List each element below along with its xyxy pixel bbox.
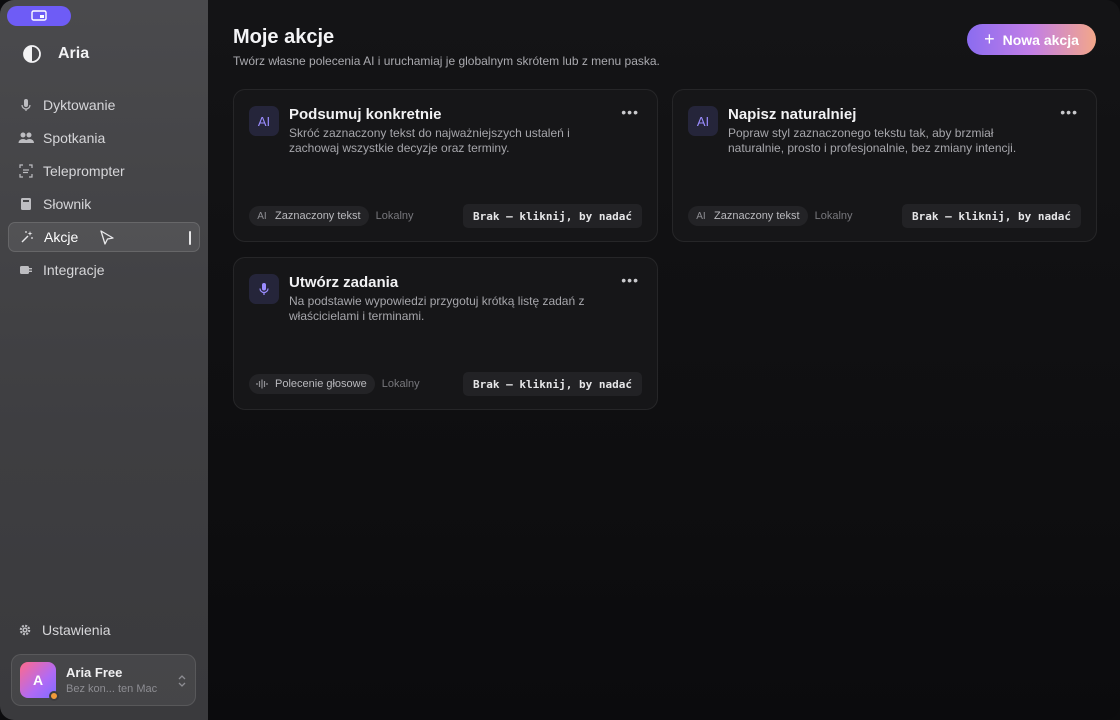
sidebar-item-label: Dyktowanie xyxy=(43,97,116,113)
action-card[interactable]: AI Podsumuj konkretnie Skróć zaznaczony … xyxy=(233,89,658,242)
card-footer: Polecenie głosowe Lokalny Brak – kliknij… xyxy=(249,372,642,396)
avatar: A xyxy=(20,662,59,701)
action-card[interactable]: Utwórz zadania Na podstawie wypowiedzi p… xyxy=(233,257,658,410)
main-content: Moje akcje Twórz własne polecenia AI i u… xyxy=(208,0,1120,720)
card-description: Na podstawie wypowiedzi przygotuj krótką… xyxy=(289,294,585,323)
sidebar-item-settings[interactable]: Ustawienia xyxy=(18,622,110,638)
avatar-initial: A xyxy=(32,672,44,688)
sidebar: Aria Dyktowanie Spotkania Teleprompter S… xyxy=(0,0,208,720)
more-options-icon[interactable]: ••• xyxy=(1060,104,1078,120)
sidebar-item-label: Akcje xyxy=(44,229,79,245)
text-cursor-icon: AI xyxy=(696,210,706,222)
text-cursor-icon: AI xyxy=(257,210,267,222)
trigger-badge: AI Zaznaczony tekst xyxy=(249,206,369,226)
page-title: Moje akcje xyxy=(233,26,335,48)
new-action-label: Nowa akcja xyxy=(1002,31,1079,48)
more-options-icon[interactable]: ••• xyxy=(621,272,639,288)
book-icon xyxy=(18,196,34,212)
text-cursor-icon: AI xyxy=(249,106,279,136)
sidebar-item-label: Słownik xyxy=(43,196,92,212)
sidebar-item-label: Spotkania xyxy=(43,130,106,146)
window-mode-pill[interactable] xyxy=(7,6,71,26)
sidebar-item-label: Teleprompter xyxy=(43,163,125,179)
page-subtitle: Twórz własne polecenia AI i uruchamiaj j… xyxy=(233,54,660,68)
text-cursor-icon: AI xyxy=(688,106,718,136)
card-title: Napisz naturalniej xyxy=(728,106,857,123)
card-description: Skróć zaznaczony tekst do najważniejszyc… xyxy=(289,126,570,155)
microphone-icon xyxy=(18,97,34,113)
more-options-icon[interactable]: ••• xyxy=(621,104,639,120)
scope-label: Lokalny xyxy=(381,378,420,390)
trigger-badge: AI Zaznaczony tekst xyxy=(688,206,808,226)
sidebar-item-slownik[interactable]: Słownik xyxy=(8,189,200,219)
shortcut-assign-button[interactable]: Brak – kliknij, by nadać xyxy=(463,204,642,228)
brand: Aria xyxy=(22,44,89,64)
sidebar-item-label: Integracje xyxy=(43,262,105,278)
app-name: Aria xyxy=(58,45,90,62)
settings-label: Ustawienia xyxy=(42,622,111,638)
text-caret xyxy=(189,231,191,245)
trigger-label: Zaznaczony tekst xyxy=(714,210,800,222)
mouse-pointer-icon xyxy=(100,230,114,245)
scope-label: Lokalny xyxy=(375,210,414,222)
account-name: Aria Free xyxy=(66,665,123,680)
screen-icon xyxy=(31,10,47,21)
sidebar-item-integracje[interactable]: Integracje xyxy=(8,255,200,285)
shortcut-assign-button[interactable]: Brak – kliknij, by nadać xyxy=(902,204,1081,228)
trigger-label: Polecenie głosowe xyxy=(275,378,367,390)
trigger-badge: Polecenie głosowe xyxy=(249,374,375,394)
new-action-button[interactable]: + Nowa akcja xyxy=(967,24,1096,55)
sidebar-item-spotkania[interactable]: Spotkania xyxy=(8,123,200,153)
plug-icon xyxy=(18,262,34,278)
sidebar-item-dyktowanie[interactable]: Dyktowanie xyxy=(8,90,200,120)
status-dot xyxy=(49,691,59,701)
card-description: Popraw styl zaznaczonego tekstu tak, aby… xyxy=(728,126,1017,155)
card-footer: AI Zaznaczony tekst Lokalny Brak – klikn… xyxy=(688,204,1081,228)
trigger-label: Zaznaczony tekst xyxy=(275,210,361,222)
sparkle-wand-icon xyxy=(19,229,35,245)
microphone-icon xyxy=(249,274,279,304)
account-switcher[interactable]: A Aria Free Bez kon... ten Mac xyxy=(11,654,196,706)
gear-icon xyxy=(19,624,31,636)
aria-logo-icon xyxy=(23,45,41,63)
card-footer: AI Zaznaczony tekst Lokalny Brak – klikn… xyxy=(249,204,642,228)
account-info: Aria Free Bez kon... ten Mac xyxy=(66,665,157,695)
plus-icon: + xyxy=(984,28,995,49)
sidebar-item-teleprompter[interactable]: Teleprompter xyxy=(8,156,200,186)
card-title: Podsumuj konkretnie xyxy=(289,106,442,123)
chevron-up-down-icon xyxy=(178,675,186,687)
waveform-icon xyxy=(256,378,268,390)
app-window: Aria Dyktowanie Spotkania Teleprompter S… xyxy=(0,0,1120,720)
action-card[interactable]: AI Napisz naturalniej Popraw styl zaznac… xyxy=(672,89,1097,242)
card-title: Utwórz zadania xyxy=(289,274,399,291)
teleprompter-icon xyxy=(18,163,34,179)
sidebar-nav: Dyktowanie Spotkania Teleprompter Słowni… xyxy=(8,90,200,288)
users-icon xyxy=(18,130,34,146)
sidebar-item-akcje[interactable]: Akcje xyxy=(8,222,200,252)
shortcut-assign-button[interactable]: Brak – kliknij, by nadać xyxy=(463,372,642,396)
account-subtitle: Bez kon... ten Mac xyxy=(66,683,158,695)
scope-label: Lokalny xyxy=(814,210,853,222)
